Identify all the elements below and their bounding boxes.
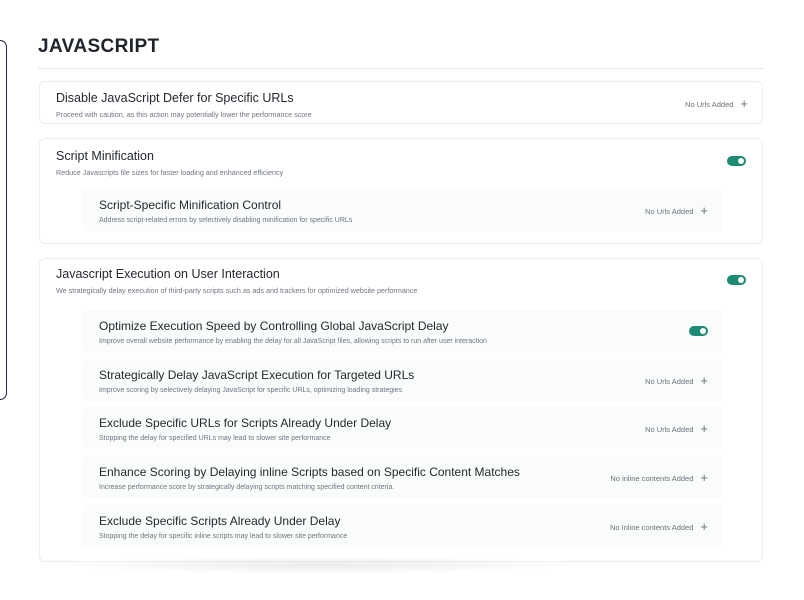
defer-title: Disable JavaScript Defer for Specific UR… bbox=[56, 91, 294, 105]
global-delay-description: Improve overall website performance by e… bbox=[99, 338, 487, 345]
inline-content-add-button[interactable]: No inline contents Added + bbox=[610, 470, 708, 485]
plus-icon: + bbox=[700, 203, 708, 218]
minification-control-description: Address script-related errors by selecti… bbox=[99, 217, 353, 224]
global-delay-title: Optimize Execution Speed by Controlling … bbox=[99, 319, 449, 333]
minification-control-title: Script-Specific Minification Control bbox=[99, 198, 282, 212]
plus-icon: + bbox=[740, 96, 748, 111]
minification-toggle[interactable] bbox=[727, 156, 746, 166]
exclude-urls-title: Exclude Specific URLs for Scripts Alread… bbox=[99, 416, 392, 430]
plus-icon: + bbox=[700, 373, 708, 388]
defer-settings-card: Disable JavaScript Defer for Specific UR… bbox=[39, 81, 763, 124]
inline-content-action-label: No inline contents Added bbox=[610, 473, 694, 483]
sidebar-edge bbox=[0, 40, 7, 400]
plus-icon: + bbox=[700, 519, 708, 534]
minification-action-label: No Urls Added bbox=[645, 206, 694, 216]
targeted-urls-row: Strategically Delay JavaScript Execution… bbox=[83, 359, 722, 401]
exclude-urls-action-label: No Urls Added bbox=[645, 424, 694, 434]
minification-control-row: Script-Specific Minification Control Add… bbox=[83, 189, 722, 231]
exclude-urls-row: Exclude Specific URLs for Scripts Alread… bbox=[83, 407, 722, 449]
exclude-scripts-add-button[interactable]: No Inline contents Added + bbox=[610, 519, 708, 534]
targeted-urls-title: Strategically Delay JavaScript Execution… bbox=[99, 368, 415, 382]
targeted-urls-action-label: No Urls Added bbox=[645, 376, 694, 386]
title-divider bbox=[38, 68, 764, 69]
inline-content-title: Enhance Scoring by Delaying inline Scrip… bbox=[99, 465, 520, 479]
defer-description: Proceed with caution, as this action may… bbox=[56, 110, 312, 119]
page-title: JAVASCRIPT bbox=[38, 36, 160, 57]
global-delay-row: Optimize Execution Speed by Controlling … bbox=[83, 310, 722, 352]
inline-content-row: Enhance Scoring by Delaying inline Scrip… bbox=[83, 456, 722, 498]
plus-icon: + bbox=[700, 421, 708, 436]
toggle-knob bbox=[738, 277, 744, 283]
exclude-scripts-description: Stopping the delay for specific inline s… bbox=[99, 533, 348, 540]
exclude-urls-add-button[interactable]: No Urls Added + bbox=[645, 421, 708, 436]
minification-card: Script Minification Reduce Javascripts f… bbox=[39, 138, 763, 244]
toggle-knob bbox=[700, 328, 706, 334]
exclude-scripts-action-label: No Inline contents Added bbox=[610, 522, 694, 532]
defer-action-label: No Urls Added bbox=[685, 99, 734, 109]
exclude-scripts-title: Exclude Specific Scripts Already Under D… bbox=[99, 514, 341, 528]
execution-description: We strategically delay execution of thir… bbox=[56, 286, 418, 295]
execution-toggle[interactable] bbox=[727, 275, 746, 285]
execution-card: Javascript Execution on User Interaction… bbox=[39, 258, 763, 562]
exclude-scripts-row: Exclude Specific Scripts Already Under D… bbox=[83, 505, 722, 547]
minification-description: Reduce Javascripts file sizes for faster… bbox=[56, 168, 284, 177]
toggle-knob bbox=[738, 158, 744, 164]
targeted-urls-add-button[interactable]: No Urls Added + bbox=[645, 373, 708, 388]
inline-content-description: Increase performance score by strategica… bbox=[99, 484, 395, 491]
global-delay-toggle[interactable] bbox=[689, 326, 708, 336]
exclude-urls-description: Stopping the delay for specified URLs ma… bbox=[99, 435, 331, 442]
minification-add-urls-button[interactable]: No Urls Added + bbox=[645, 203, 708, 218]
plus-icon: + bbox=[700, 470, 708, 485]
execution-title: Javascript Execution on User Interaction bbox=[56, 267, 280, 281]
minification-title: Script Minification bbox=[56, 149, 154, 163]
targeted-urls-description: Improve scoring by selectively delaying … bbox=[99, 387, 403, 394]
defer-add-urls-button[interactable]: No Urls Added + bbox=[685, 96, 748, 111]
scroll-shadow bbox=[60, 556, 580, 574]
